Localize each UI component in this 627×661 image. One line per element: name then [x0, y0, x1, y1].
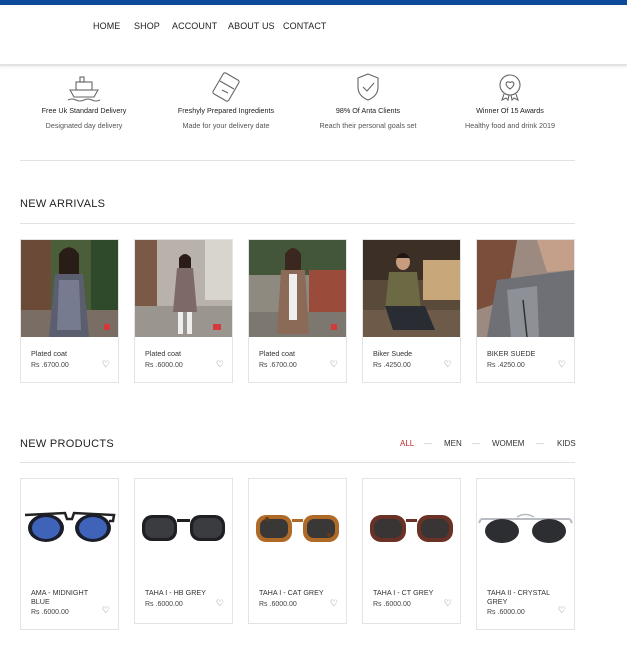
nav-account[interactable]: ACCOUNT [172, 21, 217, 31]
new-arrivals-title: NEW ARRIVALS [20, 198, 106, 210]
product-price: Rs .6000.00 [145, 601, 183, 608]
feature-subtitle: Designated day delivery [45, 121, 123, 130]
heart-outline-icon[interactable]: ♡ [102, 360, 110, 369]
product-card[interactable]: Plated coat Rs .6700.00 ♡ [20, 239, 119, 383]
product-image[interactable] [249, 479, 346, 576]
ship-icon [67, 76, 101, 102]
product-price: Rs .6000.00 [145, 362, 183, 369]
feature-title: Winner Of 15 Awards [476, 106, 544, 115]
product-name[interactable]: Plated coat [259, 349, 335, 359]
product-price: Rs .6000.00 [373, 601, 411, 608]
product-price: Rs .6000.00 [31, 609, 69, 616]
product-image[interactable] [21, 240, 118, 337]
feature-clients: 98% Of Anta Clients Reach their personal… [298, 72, 438, 130]
feature-title: 98% Of Anta Clients [335, 106, 401, 115]
product-card[interactable]: TAHA I - CAT GREY Rs .6000.00 ♡ [248, 478, 347, 624]
feature-delivery: Free Uk Standard Delivery Designated day… [14, 72, 154, 130]
product-price: Rs .4250.00 [373, 362, 411, 369]
product-image[interactable] [135, 240, 232, 337]
product-name[interactable]: BIKER SUEDE [487, 349, 563, 359]
product-name[interactable]: Plated coat [31, 349, 107, 359]
divider [20, 462, 575, 463]
filter-kids[interactable]: KIDS [557, 439, 576, 448]
filter-separator: — [472, 439, 480, 448]
product-image[interactable] [249, 240, 346, 337]
heart-outline-icon[interactable]: ♡ [216, 360, 224, 369]
product-price: Rs .6700.00 [259, 362, 297, 369]
product-image[interactable] [363, 479, 460, 576]
heart-outline-icon[interactable]: ♡ [330, 360, 338, 369]
heart-outline-icon[interactable]: ♡ [330, 599, 338, 608]
product-name[interactable]: TAHA II - CRYSTAL GREY [487, 588, 563, 606]
feature-subtitle: Made for your delivery date [182, 121, 270, 130]
feature-subtitle: Reach their personal goals set [319, 121, 417, 130]
product-card[interactable]: TAHA I - HB GREY Rs .6000.00 ♡ [134, 478, 233, 624]
shield-check-icon [357, 73, 379, 101]
heart-outline-icon[interactable]: ♡ [558, 606, 566, 615]
heart-badge-icon [499, 74, 521, 102]
product-image[interactable] [363, 240, 460, 337]
heart-outline-icon[interactable]: ♡ [444, 360, 452, 369]
heart-outline-icon[interactable]: ♡ [444, 599, 452, 608]
filter-separator: — [424, 439, 432, 448]
product-card[interactable]: TAHA II - CRYSTAL GREY Rs .6000.00 ♡ [476, 478, 575, 630]
main-navigation: HOME SHOP ACCOUNT ABOUT US CONTACT [0, 5, 627, 66]
nav-shop[interactable]: SHOP [134, 21, 160, 31]
divider [20, 223, 575, 224]
feature-title: Free Uk Standard Delivery [41, 106, 127, 115]
filter-men[interactable]: MEN [444, 439, 462, 448]
product-image[interactable] [477, 479, 574, 576]
product-price: Rs .4250.00 [487, 362, 525, 369]
heart-outline-icon[interactable]: ♡ [216, 599, 224, 608]
filter-all[interactable]: ALL [400, 439, 414, 448]
product-name[interactable]: Plated coat [145, 349, 221, 359]
divider [20, 160, 575, 161]
heart-outline-icon[interactable]: ♡ [102, 606, 110, 615]
heart-outline-icon[interactable]: ♡ [558, 360, 566, 369]
product-price: Rs .6700.00 [31, 362, 69, 369]
feature-subtitle: Healthy food and drink 2019 [465, 121, 555, 130]
new-products-title: NEW PRODUCTS [20, 438, 115, 450]
product-name[interactable]: Biker Suede [373, 349, 449, 359]
product-price: Rs .6000.00 [487, 609, 525, 616]
credit-card-icon [212, 72, 240, 102]
product-name[interactable]: TAHA I - CAT GREY [259, 588, 335, 598]
nav-about-us[interactable]: ABOUT US [228, 21, 275, 31]
product-name[interactable]: AMA - MIDNIGHT BLUE [31, 588, 107, 606]
product-name[interactable]: TAHA I - HB GREY [145, 588, 221, 598]
product-card[interactable]: Biker Suede Rs .4250.00 ♡ [362, 239, 461, 383]
product-image[interactable] [135, 479, 232, 576]
feature-ingredients: Freshyly Prepared Ingredients Made for y… [156, 72, 296, 130]
nav-home[interactable]: HOME [93, 21, 120, 31]
nav-contact[interactable]: CONTACT [283, 21, 327, 31]
product-image[interactable] [477, 240, 574, 337]
product-card[interactable]: Plated coat Rs .6000.00 ♡ [134, 239, 233, 383]
product-card[interactable]: BIKER SUEDE Rs .4250.00 ♡ [476, 239, 575, 383]
feature-awards: Winner Of 15 Awards Healthy food and dri… [440, 72, 580, 130]
filter-womem[interactable]: WOMEM [492, 439, 524, 448]
product-price: Rs .6000.00 [259, 601, 297, 608]
product-card[interactable]: Plated coat Rs .6700.00 ♡ [248, 239, 347, 383]
filter-separator: — [536, 439, 544, 448]
product-image[interactable] [21, 479, 118, 576]
product-card[interactable]: AMA - MIDNIGHT BLUE Rs .6000.00 ♡ [20, 478, 119, 630]
product-name[interactable]: TAHA I - CT GREY [373, 588, 449, 598]
product-card[interactable]: TAHA I - CT GREY Rs .6000.00 ♡ [362, 478, 461, 624]
feature-title: Freshyly Prepared Ingredients [177, 106, 275, 115]
